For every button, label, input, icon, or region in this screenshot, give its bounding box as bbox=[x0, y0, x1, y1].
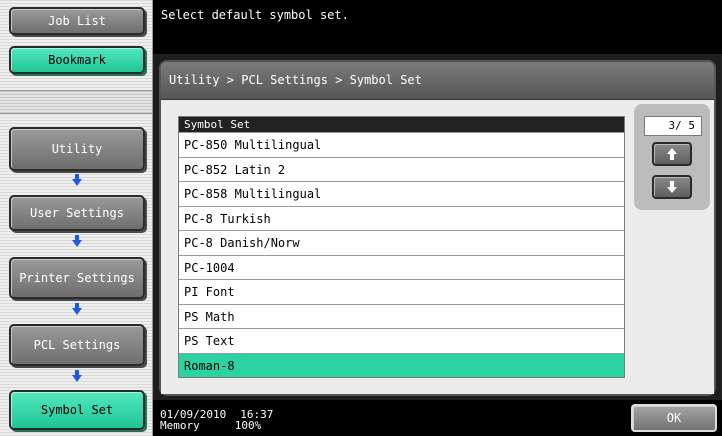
arrow-down-icon bbox=[72, 235, 82, 247]
arrow-down-icon bbox=[72, 174, 82, 186]
page-down-button[interactable] bbox=[652, 175, 692, 199]
list-item-selected[interactable]: Roman-8 bbox=[179, 352, 624, 377]
main-area: Utility > PCL Settings > Symbol Set Symb… bbox=[153, 54, 722, 400]
list-item[interactable]: PC-852 Latin 2 bbox=[179, 156, 624, 182]
memory-label: Memory bbox=[160, 419, 200, 432]
list-header: Symbol Set bbox=[179, 117, 624, 132]
list-item[interactable]: PC-858 Multilingual bbox=[179, 181, 624, 206]
memory-value: 100% bbox=[234, 419, 262, 432]
nav-user-settings-button[interactable]: User Settings bbox=[9, 195, 145, 231]
arrow-down-icon bbox=[72, 303, 82, 315]
bookmark-button[interactable]: Bookmark bbox=[9, 46, 145, 74]
symbol-set-list: Symbol Set PC-850 Multilingual PC-852 La… bbox=[178, 116, 625, 378]
symbol-set-dialog: Utility > PCL Settings > Symbol Set Symb… bbox=[159, 60, 716, 396]
message-bar: Select default symbol set. bbox=[153, 0, 722, 54]
breadcrumb: Utility > PCL Settings > Symbol Set bbox=[161, 62, 714, 100]
list-item[interactable]: PC-8 Danish/Norw bbox=[179, 230, 624, 255]
list-item[interactable]: PC-8 Turkish bbox=[179, 205, 624, 231]
instruction-message: Select default symbol set. bbox=[161, 8, 349, 22]
list-item[interactable]: PC-850 Multilingual bbox=[179, 132, 624, 157]
nav-utility-button[interactable]: Utility bbox=[9, 127, 145, 171]
arrow-down-icon bbox=[667, 178, 677, 197]
left-panel-divider bbox=[0, 90, 152, 114]
ok-button[interactable]: OK bbox=[631, 404, 717, 432]
page-up-button[interactable] bbox=[652, 142, 692, 166]
nav-pcl-settings-button[interactable]: PCL Settings bbox=[9, 324, 145, 366]
list-item[interactable]: PS Math bbox=[179, 303, 624, 329]
page-indicator: 3/ 5 bbox=[644, 116, 702, 136]
nav-printer-settings-button[interactable]: Printer Settings bbox=[9, 257, 145, 299]
screen: Job List Bookmark Utility User Settings … bbox=[0, 0, 722, 436]
nav-symbol-set-button[interactable]: Symbol Set bbox=[9, 390, 145, 430]
pager-panel: 3/ 5 bbox=[634, 104, 710, 210]
job-list-button[interactable]: Job List bbox=[9, 7, 145, 35]
arrow-up-icon bbox=[667, 145, 677, 164]
list-item[interactable]: PI Font bbox=[179, 279, 624, 304]
list-item[interactable]: PS Text bbox=[179, 328, 624, 353]
status-info: 01/09/2010 16:37 Memory 100% bbox=[160, 409, 273, 431]
list-item[interactable]: PC-1004 bbox=[179, 254, 624, 280]
left-panel: Job List Bookmark Utility User Settings … bbox=[0, 0, 153, 436]
dialog-content: Symbol Set PC-850 Multilingual PC-852 La… bbox=[161, 100, 714, 394]
status-bar: 01/09/2010 16:37 Memory 100% OK bbox=[153, 400, 722, 436]
arrow-down-icon bbox=[72, 370, 82, 382]
